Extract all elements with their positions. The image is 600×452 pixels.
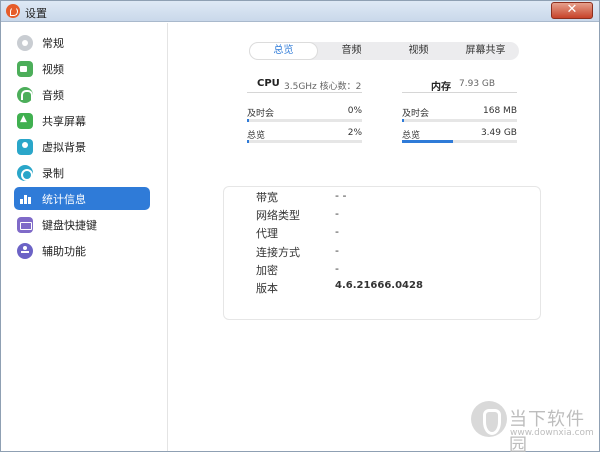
sidebar-item-accessibility[interactable]: 辅助功能	[14, 239, 150, 262]
cpu-heading: CPU	[257, 78, 280, 89]
sidebar-item-keyboard-shortcuts[interactable]: 键盘快捷键	[14, 213, 150, 236]
memory-heading: 内存	[431, 82, 451, 93]
info-row-connection-type: 连接方式 -	[256, 244, 339, 259]
app-logo-icon	[6, 4, 20, 18]
memory-total-bar-fill	[402, 140, 453, 143]
memory-current-bar	[402, 119, 517, 122]
watermark-url: www.downxia.com	[510, 428, 594, 438]
info-key: 代理	[256, 227, 278, 240]
headphones-icon	[17, 86, 33, 103]
cpu-current-bar-fill	[247, 119, 249, 122]
memory-divider	[402, 92, 517, 93]
sidebar-item-general[interactable]: 常规	[14, 31, 150, 54]
sidebar-item-label: 键盘快捷键	[42, 218, 97, 232]
info-value: - -	[335, 189, 347, 202]
info-row-bandwidth: 带宽 - -	[256, 189, 347, 204]
info-key: 连接方式	[256, 246, 300, 259]
info-row-network-type: 网络类型 -	[256, 207, 339, 222]
watermark-logo-icon	[471, 401, 507, 437]
tab-audio[interactable]: 音频	[318, 42, 385, 60]
title-bar[interactable]: 设置 ✕	[1, 1, 599, 22]
cpu-current-bar	[247, 119, 362, 122]
tab-video[interactable]: 视频	[385, 42, 452, 60]
sidebar-item-virtual-background[interactable]: 虚拟背景	[14, 135, 150, 158]
cpu-detail: 3.5GHz 核心数：2	[284, 82, 362, 92]
cpu-total-bar-fill	[247, 140, 250, 143]
sidebar-item-label: 虚拟背景	[42, 140, 86, 154]
close-button[interactable]: ✕	[551, 2, 593, 19]
gear-icon	[17, 34, 33, 51]
cpu-current-label: 及时会	[247, 109, 275, 119]
info-row-encryption: 加密 -	[256, 262, 339, 277]
sidebar-item-label: 视频	[42, 62, 64, 76]
share-screen-icon	[17, 112, 33, 129]
memory-detail: 7.93 GB	[459, 79, 496, 89]
sidebar-item-label: 音频	[42, 88, 64, 102]
sidebar-item-label: 共享屏幕	[42, 114, 86, 128]
sidebar-item-label: 辅助功能	[42, 244, 86, 258]
memory-total-value: 3.49 GB	[480, 128, 517, 138]
info-key: 版本	[256, 282, 278, 295]
stats-icon	[17, 191, 33, 207]
info-value: -	[335, 207, 339, 220]
sidebar-item-video[interactable]: 视频	[14, 57, 150, 80]
info-row-proxy: 代理 -	[256, 225, 339, 240]
sidebar-item-label: 录制	[42, 166, 64, 180]
tab-screen-share[interactable]: 屏幕共享	[452, 42, 519, 60]
memory-current-bar-fill	[402, 119, 405, 122]
cpu-total-bar	[247, 140, 362, 143]
memory-current-label: 及时会	[402, 109, 430, 119]
video-icon	[17, 60, 33, 77]
sidebar-item-audio[interactable]: 音频	[14, 83, 150, 106]
connection-info-panel: 带宽 - - 网络类型 - 代理 - 连接方式 - 加密 - 版本 4.6.21…	[223, 186, 541, 320]
window-title: 设置	[25, 7, 47, 20]
info-key: 加密	[256, 264, 278, 277]
settings-window: 设置 ✕ 常规 视频 音频 共享屏幕 虚拟背景 录制	[0, 0, 600, 452]
memory-total-bar	[402, 140, 517, 143]
virtual-background-icon	[17, 138, 33, 155]
memory-current-value: 168 MB	[483, 106, 517, 116]
info-key: 带宽	[256, 191, 278, 204]
accessibility-icon	[17, 242, 33, 259]
sidebar-item-label: 统计信息	[42, 192, 86, 206]
stats-tabs: 总览 音频 视频 屏幕共享	[249, 42, 519, 60]
record-icon	[17, 164, 33, 181]
cpu-current-value: 0%	[347, 106, 362, 116]
main-panel: 总览 音频 视频 屏幕共享 CPU 3.5GHz 核心数：2 及时会 0% 总览…	[169, 23, 599, 451]
sidebar: 常规 视频 音频 共享屏幕 虚拟背景 录制 统计信息	[1, 23, 168, 451]
sidebar-item-label: 常规	[42, 36, 64, 50]
info-key: 网络类型	[256, 209, 300, 222]
sidebar-item-statistics[interactable]: 统计信息	[14, 187, 150, 210]
sidebar-item-record[interactable]: 录制	[14, 161, 150, 184]
tab-overview[interactable]: 总览	[249, 42, 318, 60]
info-row-version: 版本 4.6.21666.0428	[256, 280, 423, 295]
cpu-total-value: 2%	[347, 128, 362, 138]
info-value: 4.6.21666.0428	[335, 280, 423, 291]
sidebar-item-share-screen[interactable]: 共享屏幕	[14, 109, 150, 132]
info-value: -	[335, 262, 339, 275]
cpu-divider	[247, 92, 362, 93]
info-value: -	[335, 225, 339, 238]
keyboard-icon	[17, 216, 33, 233]
info-value: -	[335, 244, 339, 257]
